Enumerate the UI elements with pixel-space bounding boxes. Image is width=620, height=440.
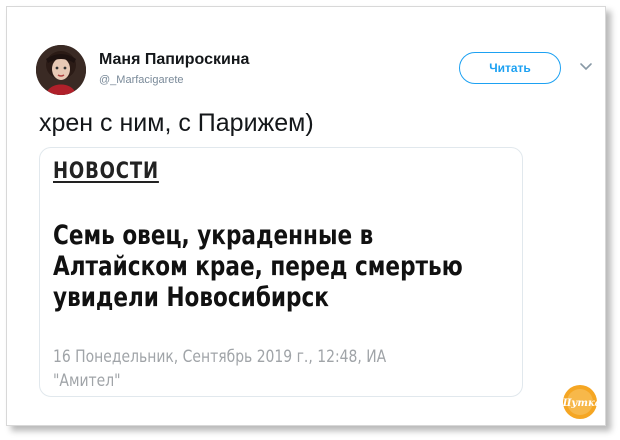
card-headline: Семь овец, украденные в Алтайском крае, …	[53, 220, 501, 313]
svg-text:Шутка: Шутка	[560, 398, 600, 409]
chevron-down-icon[interactable]	[578, 58, 594, 74]
card-meta: 16 Понедельник, Сентябрь 2019 г., 12:48,…	[53, 345, 496, 393]
author-handle[interactable]: @_Marfacigarete	[99, 74, 184, 86]
link-preview-card[interactable]: НОВОСТИ Семь овец, украденные в Алтайско…	[39, 147, 523, 397]
card-headline-line: увидели Новосибирск	[53, 282, 329, 313]
tweet-text: хрен с ним, с Парижем)	[39, 109, 314, 137]
avatar[interactable]	[36, 45, 86, 95]
author-display-name[interactable]: Маня Папироскина	[99, 51, 249, 69]
card-headline-line: Семь овец, украденные в	[53, 220, 374, 251]
follow-button[interactable]: Читать	[459, 52, 561, 84]
card-section-label: НОВОСТИ	[53, 159, 159, 184]
card-meta-line: "Амител"	[53, 371, 121, 391]
card-headline-line: Алтайском крае, перед смертью	[53, 251, 463, 282]
card-meta-line: 16 Понедельник, Сентябрь 2019 г., 12:48,…	[53, 347, 387, 367]
follow-button-label: Читать	[489, 61, 531, 75]
watermark-logo: Шутка	[558, 384, 601, 420]
user-avatar-icon	[36, 45, 86, 95]
